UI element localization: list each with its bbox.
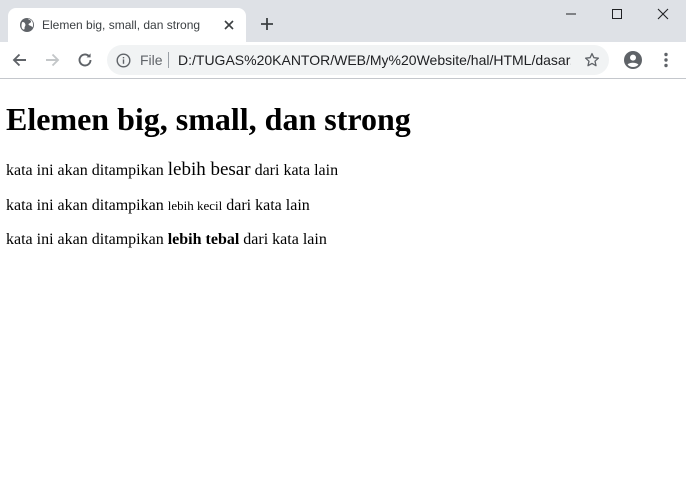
maximize-button[interactable] — [594, 0, 640, 30]
big-text: lebih besar — [167, 159, 251, 180]
reload-icon — [78, 53, 92, 67]
minimize-button[interactable] — [548, 0, 594, 30]
close-icon — [657, 8, 669, 20]
scheme-label: File — [140, 52, 163, 68]
reload-button[interactable] — [75, 50, 95, 70]
line-text-before: kata ini akan ditampikan — [6, 162, 168, 179]
forward-button[interactable] — [42, 50, 62, 70]
tab-title: Elemen big, small, dan strong — [42, 18, 201, 32]
back-button[interactable] — [10, 50, 30, 70]
url-text[interactable]: D:/TUGAS%20KANTOR/WEB/My%20Website/hal/H… — [178, 52, 571, 68]
strong-text: lebih tebal — [167, 231, 240, 248]
browser-toolbar: File D:/TUGAS%20KANTOR/WEB/My%20Website/… — [0, 42, 686, 79]
paragraph-small: kata ini akan ditampikan lebih kecil dar… — [6, 196, 310, 216]
line-text-after: dari kata lain — [222, 197, 310, 214]
line-text-before: kata ini akan ditampikan — [6, 197, 168, 214]
title-bar: Elemen big, small, dan strong — [0, 0, 686, 42]
browser-tab[interactable]: Elemen big, small, dan strong — [8, 8, 246, 42]
page-content: Elemen big, small, dan strong kata ini a… — [0, 79, 686, 490]
small-text: lebih kecil — [167, 198, 223, 213]
close-tab-icon[interactable] — [222, 18, 236, 32]
omnibox-divider — [168, 52, 169, 68]
line-text-after: dari kata lain — [239, 231, 327, 248]
profile-icon[interactable] — [623, 50, 643, 70]
line-text-after: dari kata lain — [250, 162, 339, 179]
kebab-menu-icon[interactable] — [656, 50, 676, 70]
star-icon[interactable] — [584, 52, 600, 68]
new-tab-icon[interactable] — [258, 15, 276, 33]
minimize-icon — [566, 13, 576, 15]
maximize-icon — [612, 9, 622, 19]
page-heading: Elemen big, small, dan strong — [6, 101, 411, 137]
arrow-left-icon — [12, 53, 26, 67]
globe-icon — [19, 17, 35, 33]
info-icon[interactable] — [116, 53, 131, 68]
address-bar[interactable]: File D:/TUGAS%20KANTOR/WEB/My%20Website/… — [107, 45, 609, 75]
line-text-before: kata ini akan ditampikan — [6, 231, 168, 248]
paragraph-big: kata ini akan ditampikan lebih besar dar… — [6, 160, 338, 181]
close-window-button[interactable] — [640, 0, 686, 30]
paragraph-strong: kata ini akan ditampikan lebih tebal dar… — [6, 230, 327, 250]
arrow-right-icon — [46, 53, 60, 67]
